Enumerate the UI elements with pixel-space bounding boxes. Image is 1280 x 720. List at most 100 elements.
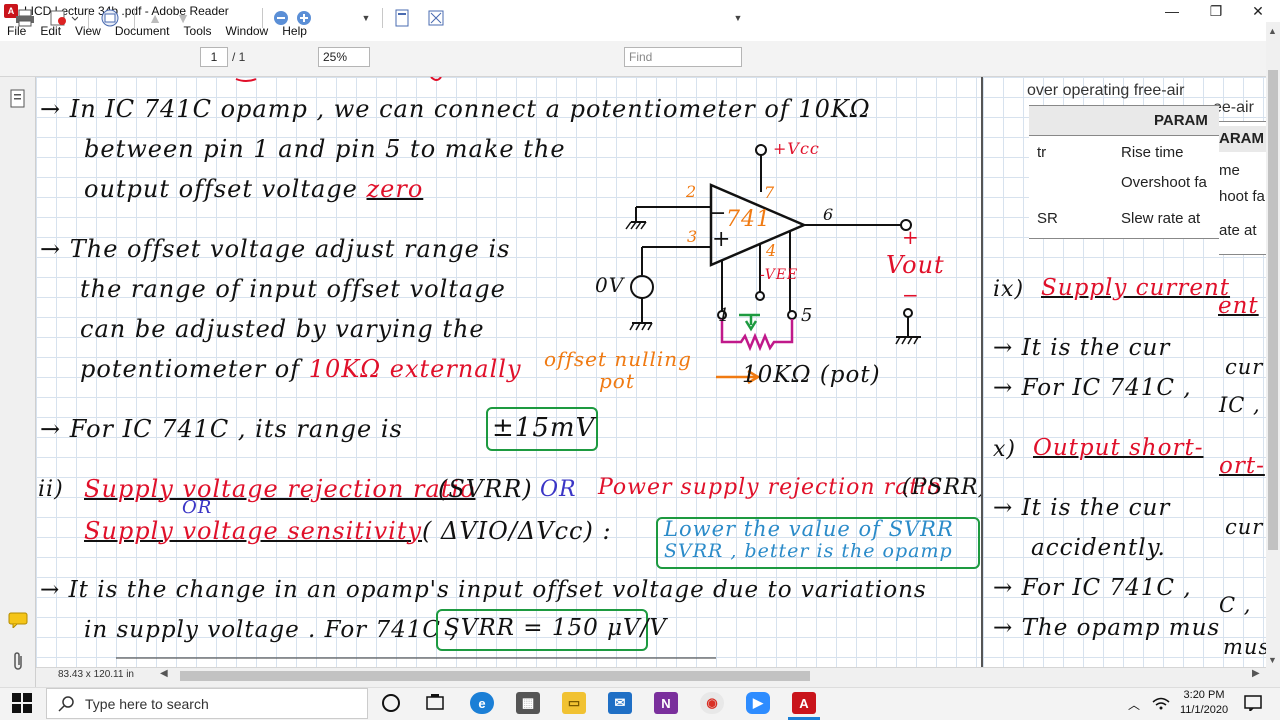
chrome-icon[interactable]: ◉ xyxy=(700,692,724,714)
svrr-abbrev: (SVRR) xyxy=(438,475,533,503)
or-label-2: OR xyxy=(182,497,213,518)
right-line-3: → It is the cur xyxy=(993,495,1171,521)
scroll-down-icon[interactable]: ▼ xyxy=(1268,655,1277,665)
note-line-7: potentiometer of 10KΩ externally xyxy=(80,355,522,383)
full-screen-icon[interactable] xyxy=(424,6,448,30)
page-down-icon[interactable]: ▼ xyxy=(172,6,194,30)
pin-7-label: 7 xyxy=(764,183,776,202)
pages-icon[interactable] xyxy=(9,89,27,112)
chevron-down-icon[interactable]: ▼ xyxy=(360,6,372,30)
attachment-icon[interactable] xyxy=(10,652,26,675)
section-x-label: x) xyxy=(993,437,1016,462)
param-table-header: PARAM xyxy=(1029,106,1219,136)
pin-2-label: 2 xyxy=(686,182,698,201)
find-input[interactable]: Find xyxy=(624,47,742,67)
supply-current-dup: ent xyxy=(1218,293,1259,319)
output-short-title: Output short- xyxy=(1033,435,1204,461)
store-icon[interactable]: ▦ xyxy=(516,692,540,714)
comment-icon[interactable] xyxy=(8,612,28,631)
note-line-4: → The offset voltage adjust range is xyxy=(40,235,511,263)
pot-label-line-1: offset nulling xyxy=(544,347,692,371)
page-size-label: 83.43 x 120.11 in xyxy=(58,669,134,680)
document-viewport[interactable]: → In IC 741C opamp , we can connect a po… xyxy=(36,77,1266,667)
noninverting-input-symbol: + xyxy=(712,227,732,252)
right-line-5-dup: C , xyxy=(1219,593,1252,617)
row-2-dup: hoot fa xyxy=(1219,188,1265,205)
adobe-reader-taskbar-icon[interactable]: A xyxy=(792,692,816,714)
note-line-10: in supply voltage . For 741C , xyxy=(84,617,458,643)
maximize-button[interactable]: ❐ xyxy=(1194,0,1238,22)
vout-plus: + xyxy=(902,225,920,249)
clipped-ink-fragment xyxy=(235,77,442,82)
windows-start-icon[interactable] xyxy=(12,693,32,716)
vcc-label: +Vcc xyxy=(773,139,820,158)
horizontal-scroll-thumb[interactable] xyxy=(180,671,810,681)
right-line-5: → For IC 741C , xyxy=(993,575,1192,601)
menu-window[interactable]: Window xyxy=(219,24,276,38)
zoom-out-icon[interactable] xyxy=(272,6,290,30)
search-icon xyxy=(58,695,74,712)
table-caption: over operating free-air xyxy=(1027,82,1185,99)
file-explorer-icon[interactable]: ▭ xyxy=(562,692,586,714)
zoom-select[interactable]: 25% xyxy=(318,47,370,67)
svrr-note-line-2: SVRR , better is the opamp xyxy=(664,540,953,562)
notifications-icon[interactable] xyxy=(1244,695,1262,714)
svrr-value: SVRR = 150 μV/V xyxy=(444,615,668,641)
row-1-name: Rise time xyxy=(1121,144,1184,161)
row-1-dup: me xyxy=(1219,162,1240,179)
edge-icon[interactable]: e xyxy=(470,692,494,714)
page-up-icon[interactable]: ▲ xyxy=(144,6,166,30)
right-line-6: → The opamp mus xyxy=(993,615,1221,641)
scroll-up-icon[interactable]: ▲ xyxy=(1268,26,1277,36)
or-label-1: OR xyxy=(540,477,577,502)
page-number-input[interactable]: 1 xyxy=(200,47,228,67)
taskbar-clock[interactable]: 3:20 PM 11/1/2020 xyxy=(1176,688,1232,718)
scroll-right-icon[interactable]: ▶ xyxy=(1252,668,1260,679)
row-1-symbol: tr xyxy=(1037,144,1047,161)
clock-time: 3:20 PM xyxy=(1183,689,1225,701)
note-line-9: → It is the change in an opamp's input o… xyxy=(40,577,927,603)
param-table-dup: ARAM me hoot fa ate at xyxy=(1219,121,1266,255)
close-button[interactable]: ✕ xyxy=(1236,0,1280,22)
onenote-icon[interactable]: N xyxy=(654,692,678,714)
sensitivity-formula: ( ΔVIO/ΔVcc) : xyxy=(422,517,612,545)
supply-current-title: Supply current xyxy=(1041,275,1231,301)
sensitivity-term: Supply voltage sensitivity xyxy=(84,517,423,545)
vout-minus: − xyxy=(902,283,920,307)
zoom-in-icon[interactable] xyxy=(295,6,313,30)
minimize-button[interactable]: — xyxy=(1150,0,1194,22)
vertical-scroll-thumb[interactable] xyxy=(1268,70,1278,550)
psrr-term: Power supply rejection ratio xyxy=(598,475,942,500)
right-line-1-dup: cur xyxy=(1225,355,1264,379)
psrr-abbrev: (PSRR) xyxy=(902,475,989,500)
row-3-dup: ate at xyxy=(1219,222,1257,239)
section-ix-label: ix) xyxy=(993,277,1025,302)
pin-5-label: 5 xyxy=(801,305,814,326)
print-icon[interactable] xyxy=(12,6,38,30)
zoom-icon[interactable]: ▶ xyxy=(746,692,770,714)
collaborate-icon[interactable] xyxy=(96,6,124,30)
taskbar-search[interactable]: Type here to search xyxy=(46,688,368,719)
fit-page-icon[interactable] xyxy=(390,6,414,30)
vee-label: -VEE xyxy=(760,267,799,283)
pin-6-label: 6 xyxy=(823,205,835,224)
mail-icon[interactable]: ✉ xyxy=(608,692,632,714)
show-hidden-icons-icon[interactable]: ︿ xyxy=(1128,696,1140,713)
pin-1-label: 1 xyxy=(718,305,731,326)
next-page-region: over operating free-air ee-air PARAM tr … xyxy=(983,77,1266,667)
wifi-icon[interactable] xyxy=(1152,696,1170,713)
page-total: / 1 xyxy=(232,50,246,64)
search-placeholder: Type here to search xyxy=(85,695,209,712)
cortana-icon[interactable] xyxy=(380,692,402,717)
row-3-symbol: SR xyxy=(1037,210,1058,227)
param-table: PARAM tr Rise time Overshoot fa SR Slew … xyxy=(1029,105,1219,239)
edit-dropdown-icon[interactable] xyxy=(46,6,80,30)
table-caption-dup: ee-air xyxy=(1213,99,1254,116)
task-view-icon[interactable] xyxy=(424,692,446,717)
note-line-3: output offset voltage zero xyxy=(84,175,424,203)
scroll-left-icon[interactable]: ◀ xyxy=(160,668,168,679)
find-options-icon[interactable]: ▼ xyxy=(732,6,744,30)
pin-3-label: 3 xyxy=(687,227,699,246)
chip-label: 741 xyxy=(726,207,771,232)
navigation-panel xyxy=(0,77,36,687)
